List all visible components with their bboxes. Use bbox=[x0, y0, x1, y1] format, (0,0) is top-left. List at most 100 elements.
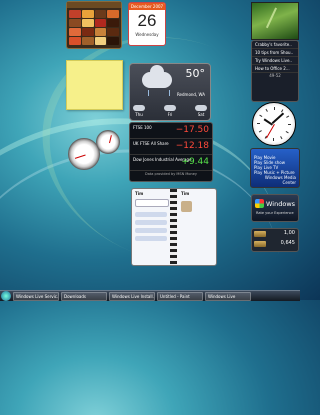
contact-entry[interactable] bbox=[135, 220, 167, 225]
puzzle-tile[interactable] bbox=[107, 19, 119, 27]
puzzle-tile[interactable] bbox=[94, 37, 107, 45]
contacts-list bbox=[132, 209, 170, 244]
clock-tick bbox=[259, 114, 263, 117]
sticky-note-gadget[interactable] bbox=[66, 60, 123, 110]
taskbar-button[interactable]: Windows Live bbox=[205, 291, 251, 301]
stock-row[interactable]: Dow Jones Industrial Average +9.44 bbox=[130, 155, 212, 171]
feed-item[interactable]: Crabby's favorite.. bbox=[252, 41, 298, 49]
badge-title: Windows bbox=[266, 200, 296, 208]
media-center-gadget[interactable]: Play Movie Play Slide show Play Live TV … bbox=[250, 148, 300, 188]
binder-rings bbox=[170, 189, 177, 265]
rain-icon bbox=[148, 90, 170, 96]
contact-entry[interactable] bbox=[135, 212, 167, 217]
feed-item[interactable]: 10 tips from Shou.. bbox=[252, 49, 298, 57]
contact-photo bbox=[181, 201, 192, 212]
weather-forecast: Thu Fri Sat bbox=[133, 105, 207, 117]
contact-entry[interactable] bbox=[135, 236, 167, 241]
clock-tick bbox=[288, 124, 291, 125]
taskbar-button[interactable]: Untitled - Paint bbox=[157, 291, 203, 301]
puzzle-tile[interactable] bbox=[81, 37, 94, 45]
calendar-gadget[interactable]: December 2007 26 Wednesday bbox=[128, 2, 166, 46]
cloud-icon bbox=[195, 105, 207, 111]
puzzle-grid[interactable] bbox=[67, 8, 121, 47]
minute-hand bbox=[272, 112, 285, 124]
contacts-right-header: Tim bbox=[181, 191, 190, 196]
clock-gadget[interactable] bbox=[252, 102, 296, 146]
puzzle-tile[interactable] bbox=[107, 37, 119, 45]
cloud-rain-icon bbox=[142, 65, 172, 88]
stocks-gadget[interactable]: FTSE 100 −17.50 UK FTSE All Share −12.18… bbox=[129, 122, 213, 182]
fern-image bbox=[265, 7, 287, 33]
taskbar-button[interactable]: Windows Live Install... bbox=[109, 291, 155, 301]
currency-value: 0,645 bbox=[280, 240, 295, 246]
stock-change: −17.50 bbox=[175, 125, 209, 135]
puzzle-tile[interactable] bbox=[69, 37, 81, 45]
clock-tick bbox=[273, 138, 274, 141]
windows-experience-gadget[interactable]: Windows Rate your Experience bbox=[251, 194, 299, 222]
stock-name: UK FTSE All Share bbox=[133, 141, 169, 146]
slideshow-gadget[interactable] bbox=[251, 2, 299, 40]
currency-flag-icon bbox=[254, 241, 266, 247]
badge-subtitle: Rate your Experience bbox=[256, 211, 294, 215]
stocks-footer: Data provided by MSN Money bbox=[145, 172, 197, 176]
clock-tick bbox=[257, 123, 260, 124]
puzzle-tile[interactable] bbox=[81, 28, 94, 36]
calendar-month: December 2007 bbox=[129, 3, 165, 10]
clock-tick bbox=[265, 108, 268, 112]
stock-name: FTSE 100 bbox=[133, 125, 152, 130]
currency-gadget[interactable]: 1,00 0,645 bbox=[251, 228, 299, 252]
stock-change: −12.18 bbox=[175, 141, 209, 151]
puzzle-tile[interactable] bbox=[81, 19, 94, 27]
puzzle-tile[interactable] bbox=[107, 28, 119, 36]
taskbar-button[interactable]: Downloads bbox=[61, 291, 107, 301]
weather-temperature: 50° bbox=[185, 67, 206, 80]
clock-tick bbox=[274, 107, 275, 110]
contacts-search-input[interactable] bbox=[135, 199, 169, 207]
weather-gadget[interactable]: 50° Redmond, WA Thu Fri Sat bbox=[129, 63, 211, 121]
forecast-day-label: Fri bbox=[167, 112, 173, 117]
picture-puzzle-gadget[interactable] bbox=[66, 1, 122, 49]
cpu-needle bbox=[74, 154, 86, 159]
forecast-day-label: Thu bbox=[135, 112, 143, 117]
taskbar: Windows Live Servic... Downloads Windows… bbox=[0, 290, 300, 301]
memory-dial bbox=[96, 130, 120, 154]
currency-value: 1,00 bbox=[283, 230, 295, 236]
feed-item[interactable]: Try Windows Live.. bbox=[252, 57, 298, 65]
feed-item[interactable]: How to Office 2... bbox=[252, 65, 298, 73]
clock-tick bbox=[285, 131, 289, 134]
forecast-day: Fri bbox=[164, 105, 176, 117]
feed-nav[interactable]: 49-52 bbox=[252, 73, 298, 79]
clock-tick bbox=[286, 115, 290, 118]
calendar-day: 26 bbox=[137, 11, 157, 30]
calendar-weekday: Wednesday bbox=[135, 32, 159, 37]
stock-row[interactable]: UK FTSE All Share −12.18 bbox=[130, 139, 212, 155]
cpu-meter-gadget[interactable] bbox=[66, 128, 122, 170]
puzzle-tile[interactable] bbox=[69, 19, 81, 27]
forecast-day-label: Sat bbox=[197, 112, 205, 117]
puzzle-tile[interactable] bbox=[94, 28, 107, 36]
stock-change: +9.44 bbox=[181, 157, 209, 167]
puzzle-tile[interactable] bbox=[107, 10, 119, 18]
currency-row[interactable]: 1,00 bbox=[252, 229, 298, 239]
currency-row[interactable]: 0,645 bbox=[252, 239, 298, 249]
currency-flag-icon bbox=[254, 231, 266, 237]
feed-headlines-gadget: Crabby's favorite.. 10 tips from Shou.. … bbox=[251, 40, 299, 102]
clock-tick bbox=[280, 136, 283, 140]
puzzle-tile[interactable] bbox=[94, 19, 107, 27]
contact-entry[interactable] bbox=[135, 228, 167, 233]
taskbar-button[interactable]: Windows Live Servic... bbox=[13, 291, 59, 301]
cloud-icon bbox=[164, 105, 176, 111]
puzzle-tile[interactable] bbox=[69, 10, 81, 18]
puzzle-tile[interactable] bbox=[69, 28, 81, 36]
forecast-day: Sat bbox=[195, 105, 207, 117]
puzzle-tile[interactable] bbox=[81, 10, 94, 18]
stock-row[interactable]: FTSE 100 −17.50 bbox=[130, 123, 212, 139]
weather-location: Redmond, WA bbox=[176, 92, 205, 97]
memory-needle bbox=[109, 135, 112, 144]
cloud-icon bbox=[133, 105, 145, 111]
contacts-gadget[interactable]: Tim Tim bbox=[131, 188, 217, 266]
media-brand: Windows Media Center bbox=[264, 175, 296, 185]
puzzle-tile[interactable] bbox=[94, 10, 107, 18]
windows-logo-icon bbox=[255, 199, 264, 208]
clock-tick bbox=[258, 130, 262, 133]
